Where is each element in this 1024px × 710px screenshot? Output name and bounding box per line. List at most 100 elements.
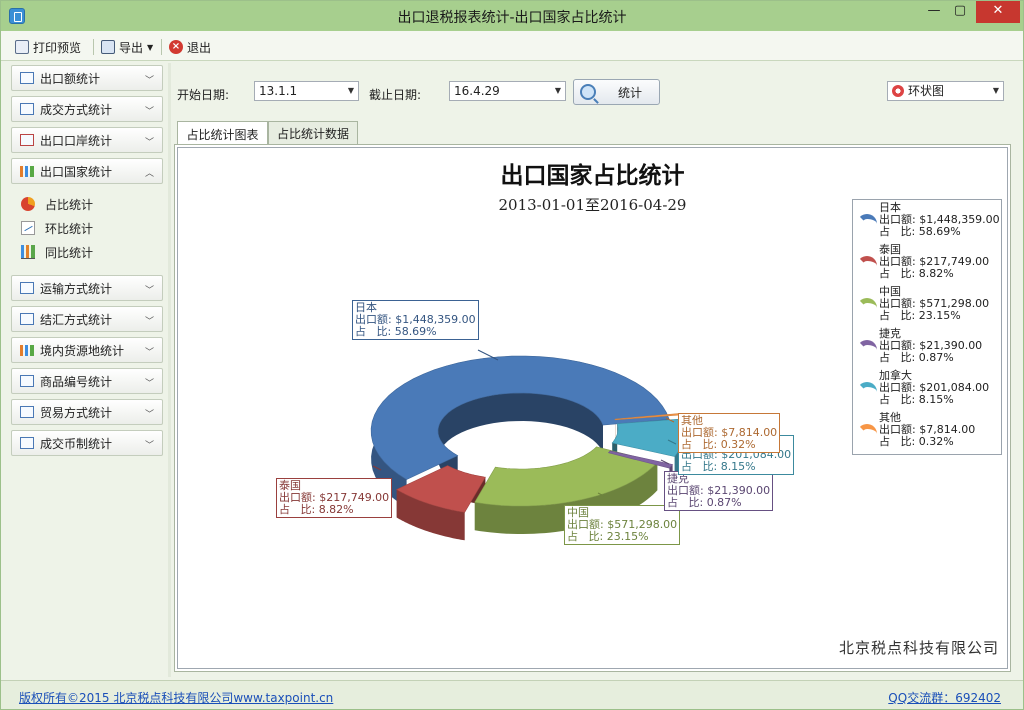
chevron-down-icon: ﹀	[144, 107, 154, 117]
legend-entry-canada: 加拿大 出口额: $201,084.00 占 比: 8.15%	[855, 370, 1001, 410]
nav-group-trade-method[interactable]: 贸易方式统计 ﹀	[11, 399, 163, 425]
toolbar: 打印预览 导出 ▼ × 退出	[1, 31, 1023, 61]
legend-entry-thailand: 泰国 出口额: $217,749.00 占 比: 8.82%	[855, 244, 1001, 284]
start-date-label: 开始日期:	[177, 88, 230, 102]
window-title: 出口退税报表统计-出口国家占比统计	[397, 10, 627, 26]
nav-group-currency[interactable]: 成交币制统计 ﹀	[11, 430, 163, 456]
copyright-link[interactable]: 版权所有©2015 北京税点科技有限公司www.taxpoint.cn	[19, 689, 333, 706]
nav-group-label: 贸易方式统计	[40, 405, 113, 420]
legend-entry-china: 中国 出口额: $571,298.00 占 比: 23.15%	[855, 286, 1001, 326]
doughnut-slice	[611, 418, 686, 457]
legend-text: 泰国 出口额: $217,749.00 占 比: 8.82%	[879, 243, 990, 280]
export-icon	[101, 40, 115, 54]
chart-type-select[interactable]: 环状图 ▼	[887, 81, 1004, 101]
print-preview-button[interactable]: 打印预览	[15, 38, 81, 56]
list-icon	[20, 282, 34, 294]
legend-entry-other: 其他 出口额: $7,814.00 占 比: 0.32%	[855, 412, 1001, 452]
legend-text: 其他 出口额: $7,814.00 占 比: 0.32%	[879, 411, 976, 448]
nav-group-label: 出口国家统计	[40, 164, 113, 179]
export-button[interactable]: 导出 ▼	[101, 38, 153, 56]
nav-group-label: 出口额统计	[40, 71, 101, 86]
legend-swatch	[857, 340, 877, 354]
chevron-down-icon: ﹀	[144, 348, 154, 358]
chevron-down-icon: ﹀	[144, 76, 154, 86]
nav-group-goods-source[interactable]: 境内货源地统计 ﹀	[11, 337, 163, 363]
nav-group-deal-method[interactable]: 成交方式统计 ﹀	[11, 96, 163, 122]
start-date-picker[interactable]: 13.1.1 ▼	[254, 81, 359, 101]
statistics-label: 统计	[618, 85, 643, 100]
pie-icon	[21, 197, 35, 211]
window-chart-icon	[20, 406, 34, 418]
nav-group-label: 结汇方式统计	[40, 312, 113, 327]
chart-legend: 日本 出口额: $1,448,359.00 占 比: 58.69% 泰国 出口额…	[852, 199, 1002, 455]
scatter-chart-icon	[20, 103, 34, 115]
tab-share-data[interactable]: 占比统计数据	[268, 121, 358, 145]
chevron-down-icon: ﹀	[144, 138, 154, 148]
app-window: 出口退税报表统计-出口国家占比统计 — ▢ ✕ 打印预览 导出 ▼ × 退出 出…	[0, 0, 1024, 710]
bar-chart-icon	[20, 72, 34, 84]
qq-group-link[interactable]: QQ交流群：692402	[888, 689, 1001, 706]
sub-item-mom-stat[interactable]: 环比统计	[21, 219, 93, 237]
toolbar-divider	[161, 39, 162, 55]
currency-chart-icon	[20, 437, 34, 449]
window-chart-icon	[20, 313, 34, 325]
maximize-button[interactable]: ▢	[947, 1, 973, 23]
close-button[interactable]: ✕	[976, 1, 1020, 23]
legend-text: 中国 出口额: $571,298.00 占 比: 23.15%	[879, 285, 990, 322]
chevron-down-icon: ﹀	[144, 441, 154, 451]
nav-group-label: 成交币制统计	[40, 436, 113, 451]
column-chart-icon	[20, 344, 34, 356]
tab-panel: 出口国家占比统计 2013-01-01至2016-04-29 日本 出口额: $…	[174, 144, 1011, 672]
nav-group-transport[interactable]: 运输方式统计 ﹀	[11, 275, 163, 301]
chevron-down-icon: ﹀	[144, 379, 154, 389]
legend-swatch	[857, 214, 877, 228]
nav-group-export-country[interactable]: 出口国家统计 ︿	[11, 158, 163, 184]
sub-item-share-stat[interactable]: 占比统计	[21, 195, 93, 213]
chevron-down-icon: ﹀	[144, 317, 154, 327]
nav-group-commodity-code[interactable]: 商品编号统计 ﹀	[11, 368, 163, 394]
chart-type-value: 环状图	[908, 84, 945, 98]
nav-group-export-amount[interactable]: 出口额统计 ﹀	[11, 65, 163, 91]
nav-group-label: 商品编号统计	[40, 374, 113, 389]
toolbar-divider	[93, 39, 94, 55]
minimize-button[interactable]: —	[921, 1, 947, 23]
sidebar-splitter[interactable]	[168, 63, 171, 677]
title-bar: 出口退税报表统计-出口国家占比统计 — ▢ ✕	[1, 1, 1023, 31]
legend-entry-japan: 日本 出口额: $1,448,359.00 占 比: 58.69%	[855, 202, 1001, 242]
sub-item-yoy-stat[interactable]: 同比统计	[21, 243, 93, 261]
chevron-up-icon: ︿	[144, 169, 154, 179]
doughnut-icon	[892, 85, 904, 97]
end-date-picker[interactable]: 16.4.29 ▼	[449, 81, 566, 101]
end-date-value: 16.4.29	[454, 84, 500, 98]
nav-group-label: 运输方式统计	[40, 281, 113, 296]
tab-share-chart[interactable]: 占比统计图表	[177, 121, 268, 146]
exit-label: 退出	[187, 40, 212, 55]
statistics-button[interactable]: 统计	[573, 79, 660, 105]
nav-group-label: 境内货源地统计	[40, 343, 125, 358]
sub-item-label: 同比统计	[45, 245, 94, 260]
chevron-down-icon: ﹀	[144, 410, 154, 420]
slice-data-label: 捷克 出口额: $21,390.00 占 比: 0.87%	[664, 471, 774, 511]
legend-entry-czech: 捷克 出口额: $21,390.00 占 比: 0.87%	[855, 328, 1001, 368]
sub-item-label: 占比统计	[45, 197, 94, 212]
dropdown-arrow-icon: ▼	[992, 86, 999, 95]
nav-group-settlement[interactable]: 结汇方式统计 ﹀	[11, 306, 163, 332]
print-preview-icon	[15, 40, 29, 54]
end-date-label: 截止日期:	[369, 88, 422, 102]
sub-item-label: 环比统计	[45, 221, 94, 236]
legend-text: 捷克 出口额: $21,390.00 占 比: 0.87%	[879, 327, 983, 364]
magnifier-icon	[580, 84, 596, 100]
exit-button[interactable]: × 退出	[169, 38, 211, 56]
dropdown-arrow-icon: ▼	[554, 86, 561, 95]
status-bar: 版权所有©2015 北京税点科技有限公司www.taxpoint.cn QQ交流…	[1, 680, 1023, 709]
nav-group-label: 成交方式统计	[40, 102, 113, 117]
legend-text: 加拿大 出口额: $201,084.00 占 比: 8.15%	[879, 369, 990, 406]
export-label: 导出	[119, 40, 144, 55]
slice-data-label: 中国 出口额: $571,298.00 占 比: 23.15%	[564, 505, 681, 545]
legend-swatch	[857, 424, 877, 438]
nav-group-export-port[interactable]: 出口口岸统计 ﹀	[11, 127, 163, 153]
exit-icon: ×	[169, 40, 183, 54]
column-chart-icon	[20, 165, 34, 177]
slice-data-label: 泰国 出口额: $217,749.00 占 比: 8.82%	[276, 478, 393, 518]
chart-area: 出口国家占比统计 2013-01-01至2016-04-29 日本 出口额: $…	[177, 147, 1008, 669]
